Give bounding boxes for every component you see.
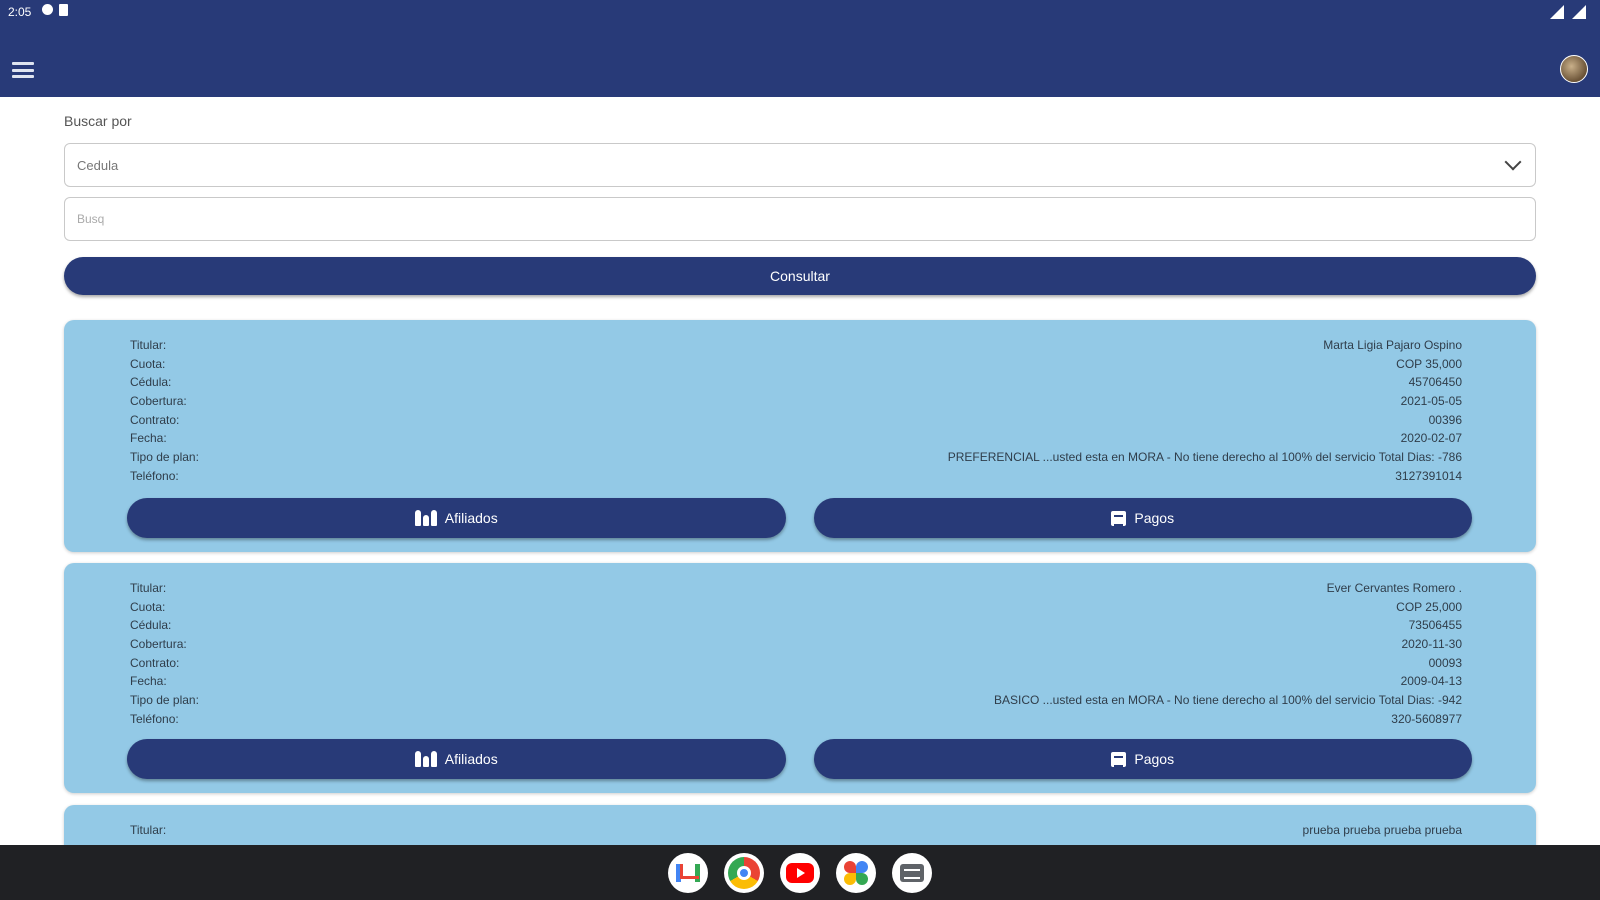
status-bar: 2:05 [0,0,1600,26]
row-cobertura: Cobertura: 2020-11-30 [130,637,1462,652]
row-cobertura: Cobertura: 2021-05-05 [130,394,1462,409]
row-tipo-plan: Tipo de plan: PREFERENCIAL ...usted esta … [130,450,1462,465]
select-value: Cedula [77,158,119,173]
pagos-button[interactable]: Pagos [813,739,1472,779]
chrome-icon[interactable] [724,852,764,893]
taskbar [0,845,1600,900]
hamburger-menu-icon[interactable] [12,62,34,78]
signal-icon [1572,5,1586,19]
search-type-select[interactable]: Cedula [64,143,1536,187]
row-telefono: Teléfono: 3127391014 [130,468,1462,483]
row-titular: Titular: Marta Ligia Pajaro Ospino [130,338,1462,352]
sim-icon [59,4,68,16]
row-titular: Titular: prueba prueba prueba prueba [130,823,1462,837]
afiliados-label: Afiliados [444,510,498,526]
row-cuota: Cuota: COP 35,000 [130,356,1462,371]
search-by-label: Buscar por [64,113,132,129]
search-input[interactable] [64,197,1536,241]
chevron-down-icon [1504,153,1522,171]
consultar-button[interactable]: Consultar [64,257,1536,295]
wifi-icon [1550,5,1564,19]
pagos-label: Pagos [1134,510,1175,526]
result-card: Titular: Marta Ligia Pajaro Ospino Cuota:… [64,320,1536,552]
afiliados-button[interactable]: Afiliados [127,739,786,779]
people-icon [414,751,437,767]
receipt-icon [1111,751,1127,767]
row-contrato: Contrato: 00396 [130,412,1462,427]
row-fecha: Fecha: 2020-02-07 [130,431,1462,446]
app-header: 2:05 [0,0,1600,97]
status-time: 2:05 [8,5,32,19]
row-titular: Titular: Ever Cervantes Romero . [130,581,1462,595]
row-cedula: Cédula: 45706450 [130,375,1462,390]
avatar[interactable] [1560,55,1588,83]
afiliados-button[interactable]: Afiliados [127,498,786,538]
youtube-icon[interactable] [780,852,820,893]
result-card: Titular: Ever Cervantes Romero . Cuota: CO… [64,563,1536,793]
messages-icon[interactable] [892,852,932,893]
row-contrato: Contrato: 00093 [130,655,1462,670]
row-fecha: Fecha: 2009-04-13 [130,674,1462,689]
gmail-icon[interactable] [668,852,708,893]
pagos-label: Pagos [1134,751,1175,767]
notification-icon [42,4,53,15]
photos-icon[interactable] [836,852,876,893]
pagos-button[interactable]: Pagos [813,498,1472,538]
receipt-icon [1111,510,1127,526]
row-cedula: Cédula: 73506455 [130,618,1462,633]
afiliados-label: Afiliados [444,751,498,767]
row-telefono: Teléfono: 320-5608977 [130,711,1462,726]
row-tipo-plan: Tipo de plan: BASICO ...usted esta en MOR… [130,693,1462,708]
people-icon [414,510,437,526]
row-cuota: Cuota: COP 25,000 [130,599,1462,614]
